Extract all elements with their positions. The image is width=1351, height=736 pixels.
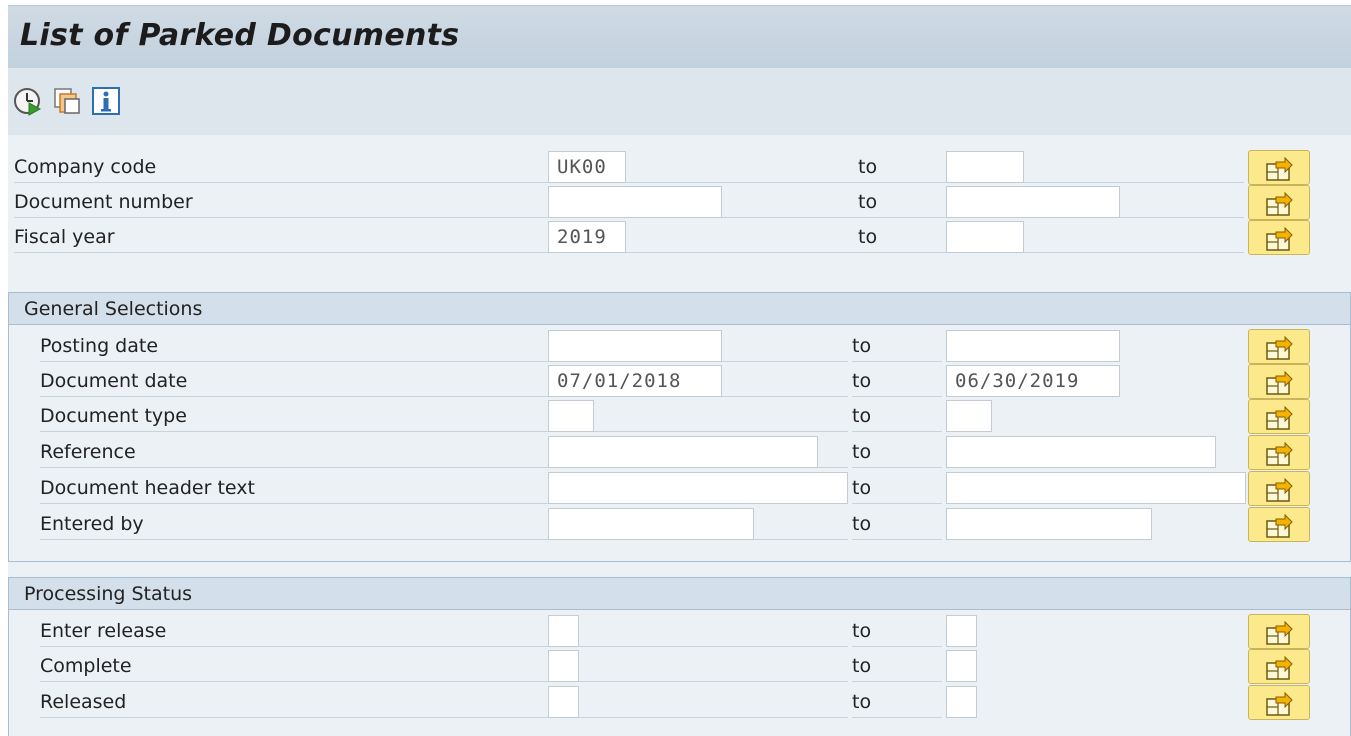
multiple-selection-icon <box>1266 227 1293 251</box>
multiple-selection-icon <box>1266 192 1293 216</box>
execute-button[interactable] <box>12 85 44 117</box>
posting-date-low-input[interactable] <box>548 330 722 362</box>
get-variant-icon <box>54 88 80 114</box>
multiple-selection-icon <box>1266 692 1293 716</box>
processing-status-title: Processing Status <box>9 578 1350 610</box>
fiscal-year-to-label: to <box>858 220 948 253</box>
document-number-to-label: to <box>858 185 948 218</box>
document-type-high-input[interactable] <box>946 400 992 432</box>
reference-low-input[interactable] <box>548 436 818 468</box>
enter-release-multiple-selection-button[interactable] <box>1248 614 1310 649</box>
multiple-selection-icon <box>1266 371 1293 395</box>
document-type-to-label: to <box>852 399 942 432</box>
toolbar <box>8 68 1351 135</box>
released-multiple-selection-button[interactable] <box>1248 685 1310 720</box>
document-header-text-high-input[interactable] <box>946 472 1246 504</box>
company-code-to-label: to <box>858 150 948 183</box>
released-to-label: to <box>852 685 942 718</box>
title-bar: List of Parked Documents <box>8 5 1351 68</box>
released-low-input[interactable] <box>548 686 579 718</box>
document-type-multiple-selection-button[interactable] <box>1248 399 1310 434</box>
multiple-selection-icon <box>1266 514 1293 538</box>
multiple-selection-icon <box>1266 478 1293 502</box>
enter-release-label: Enter release <box>40 614 848 647</box>
general-selections-title: General Selections <box>9 293 1350 325</box>
multiple-selection-icon <box>1266 656 1293 680</box>
released-label: Released <box>40 685 848 718</box>
complete-label: Complete <box>40 649 848 682</box>
posting-date-high-input[interactable] <box>946 330 1120 362</box>
multiple-selection-icon <box>1266 336 1293 360</box>
reference-to-label: to <box>852 435 942 468</box>
company-code-label: Company code <box>14 150 1244 183</box>
document-number-multiple-selection-button[interactable] <box>1248 185 1310 220</box>
document-date-high-input[interactable]: 06/30/2019 <box>946 365 1120 397</box>
document-number-low-input[interactable] <box>548 186 722 218</box>
company-code-high-input[interactable] <box>946 151 1024 183</box>
multiple-selection-icon <box>1266 621 1293 645</box>
complete-high-input[interactable] <box>946 650 977 682</box>
multiple-selection-icon <box>1266 442 1293 466</box>
document-header-text-low-input[interactable] <box>548 472 848 504</box>
document-number-high-input[interactable] <box>946 186 1120 218</box>
document-date-label: Document date <box>40 364 848 397</box>
complete-multiple-selection-button[interactable] <box>1248 649 1310 684</box>
complete-low-input[interactable] <box>548 650 579 682</box>
fiscal-year-multiple-selection-button[interactable] <box>1248 220 1310 255</box>
fiscal-year-label: Fiscal year <box>14 220 1244 253</box>
document-header-text-to-label: to <box>852 471 942 504</box>
posting-date-to-label: to <box>852 329 942 362</box>
reference-multiple-selection-button[interactable] <box>1248 435 1310 470</box>
enter-release-to-label: to <box>852 614 942 647</box>
get-variant-button[interactable] <box>52 85 84 117</box>
posting-date-label: Posting date <box>40 329 848 362</box>
info-icon <box>92 87 120 115</box>
enter-release-high-input[interactable] <box>946 615 977 647</box>
released-high-input[interactable] <box>946 686 977 718</box>
multiple-selection-icon <box>1266 406 1293 430</box>
document-type-label: Document type <box>40 399 848 432</box>
document-type-low-input[interactable] <box>548 400 594 432</box>
reference-high-input[interactable] <box>946 436 1216 468</box>
document-date-low-input[interactable]: 07/01/2018 <box>548 365 722 397</box>
company-code-multiple-selection-button[interactable] <box>1248 150 1310 185</box>
execute-icon <box>14 88 42 116</box>
document-date-multiple-selection-button[interactable] <box>1248 364 1310 399</box>
document-header-text-multiple-selection-button[interactable] <box>1248 471 1310 506</box>
entered-by-low-input[interactable] <box>548 508 754 540</box>
posting-date-multiple-selection-button[interactable] <box>1248 329 1310 364</box>
document-date-to-label: to <box>852 364 942 397</box>
fiscal-year-high-input[interactable] <box>946 221 1024 253</box>
multiple-selection-icon <box>1266 157 1293 181</box>
entered-by-multiple-selection-button[interactable] <box>1248 507 1310 542</box>
entered-by-high-input[interactable] <box>946 508 1152 540</box>
company-code-low-input[interactable]: UK00 <box>548 151 626 183</box>
fiscal-year-low-input[interactable]: 2019 <box>548 221 626 253</box>
info-button[interactable] <box>90 85 122 117</box>
page-title: List of Parked Documents <box>20 18 460 53</box>
entered-by-to-label: to <box>852 507 942 540</box>
complete-to-label: to <box>852 649 942 682</box>
enter-release-low-input[interactable] <box>548 615 579 647</box>
